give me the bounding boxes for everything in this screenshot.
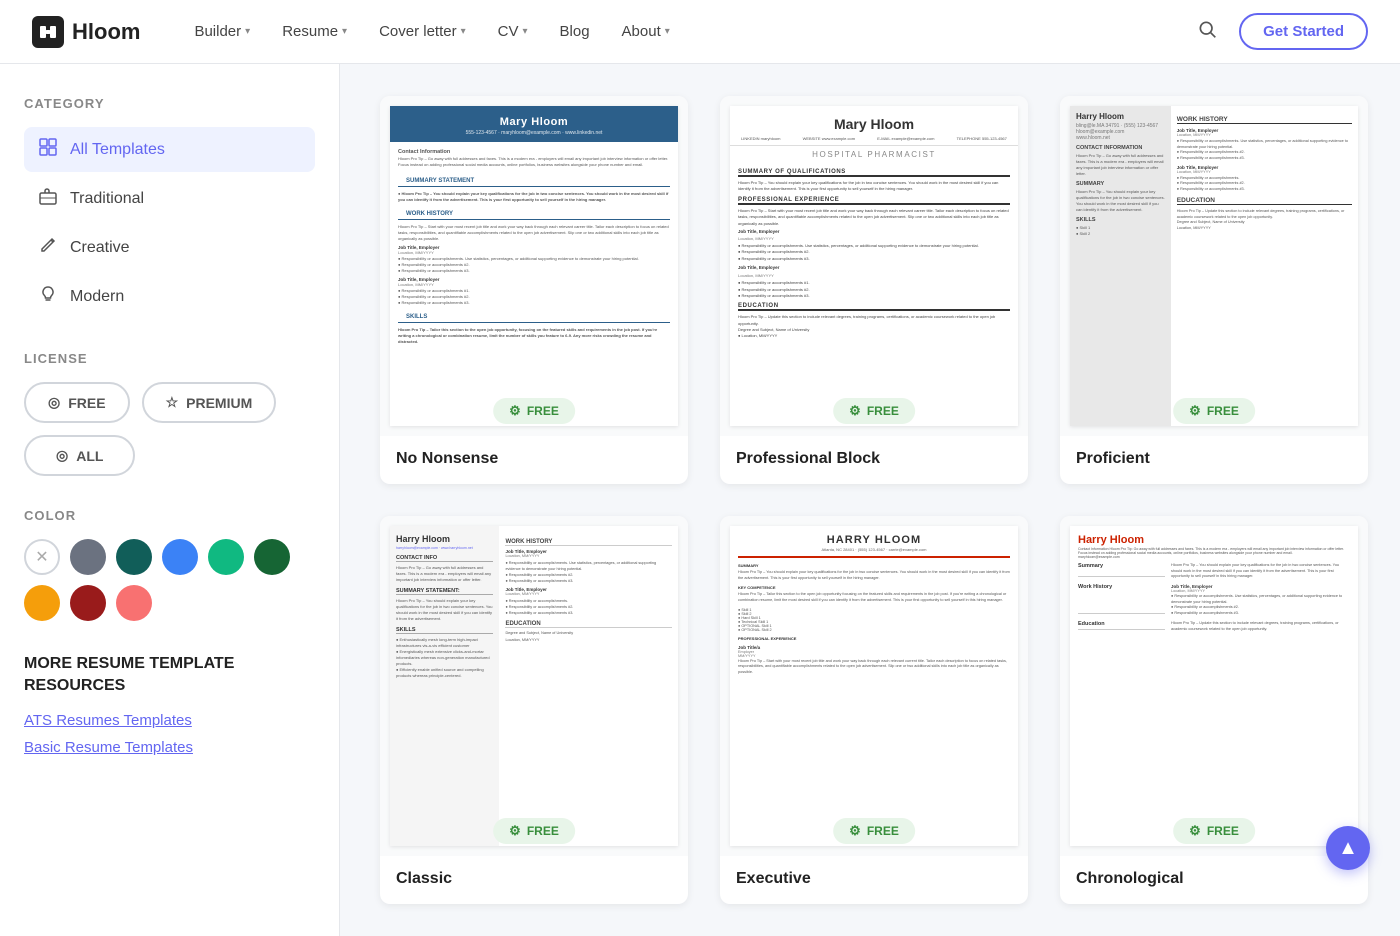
chevron-down-icon: ▾ (522, 26, 527, 37)
logo-text: Hloom (72, 19, 140, 45)
color-swatch-dark-green[interactable] (254, 539, 290, 575)
free-badge-proficient: ⚙ FREE (1173, 398, 1255, 424)
nav-resume[interactable]: Resume ▾ (268, 15, 361, 48)
category-list: All Templates Traditional (24, 127, 315, 319)
badge-icon: ⚙ (509, 823, 521, 839)
template-name-classic: Classic (380, 856, 688, 904)
free-badge-chronological: ⚙ FREE (1173, 818, 1255, 844)
template-name-professional-block: Professional Block (720, 436, 1028, 484)
get-started-button[interactable]: Get Started (1239, 13, 1368, 50)
main-content: Mary Hloom 555-123-4567 · maryhloom@exam… (340, 64, 1400, 936)
more-resources-title: MORE RESUME TEMPLATE RESOURCES (24, 653, 315, 698)
basic-resumes-link[interactable]: Basic Resume Templates (24, 739, 315, 756)
modern-label: Modern (70, 288, 124, 306)
badge-icon: ⚙ (1189, 823, 1201, 839)
color-swatch-none[interactable]: ✕ (24, 539, 60, 575)
chevron-down-icon: ▾ (461, 26, 466, 37)
template-card-classic[interactable]: Harry Hloom harryhloom@example.com · www… (380, 516, 688, 904)
template-preview-executive: HARRY HLOOM Atlanta, NC 28401 · (555) 12… (720, 516, 1028, 856)
sidebar-item-creative[interactable]: Creative (24, 225, 315, 270)
scroll-up-button[interactable]: ▲ (1326, 826, 1370, 870)
all-templates-label: All Templates (70, 141, 165, 159)
color-swatch-blue[interactable] (162, 539, 198, 575)
logo-icon (32, 16, 64, 48)
template-card-executive[interactable]: HARRY HLOOM Atlanta, NC 28401 · (555) 12… (720, 516, 1028, 904)
chevron-down-icon: ▾ (245, 26, 250, 37)
license-buttons: ◎ FREE ☆ PREMIUM (24, 382, 315, 423)
badge-icon: ⚙ (849, 403, 861, 419)
template-card-proficient[interactable]: Harry Hloom bling@le.MA 34791 · (555) 12… (1060, 96, 1368, 484)
creative-label: Creative (70, 239, 130, 257)
traditional-label: Traditional (70, 190, 144, 208)
template-preview-no-nonsense: Mary Hloom 555-123-4567 · maryhloom@exam… (380, 96, 688, 436)
license-section-title: LICENSE (24, 351, 315, 366)
template-name-no-nonsense: No Nonsense (380, 436, 688, 484)
color-swatch-yellow[interactable] (24, 585, 60, 621)
main-nav: Builder ▾ Resume ▾ Cover letter ▾ CV ▾ B… (180, 15, 1191, 48)
free-badge-professional-block: ⚙ FREE (833, 398, 915, 424)
circle-icon: ◎ (56, 447, 68, 464)
license-section: LICENSE ◎ FREE ☆ PREMIUM ◎ ALL (24, 351, 315, 476)
chevron-down-icon: ▾ (665, 26, 670, 37)
template-name-executive: Executive (720, 856, 1028, 904)
grid-icon (38, 137, 58, 162)
free-badge-executive: ⚙ FREE (833, 818, 915, 844)
star-icon: ☆ (166, 394, 179, 411)
color-swatch-green[interactable] (208, 539, 244, 575)
page-layout: CATEGORY All Templates (0, 64, 1400, 936)
color-section-title: COLOR (24, 508, 315, 523)
nav-builder[interactable]: Builder ▾ (180, 15, 264, 48)
free-badge-no-nonsense: ⚙ FREE (493, 398, 575, 424)
ats-resumes-link[interactable]: ATS Resumes Templates (24, 712, 315, 729)
nav-cover-letter[interactable]: Cover letter ▾ (365, 15, 480, 48)
search-button[interactable] (1191, 13, 1223, 50)
more-resources: MORE RESUME TEMPLATE RESOURCES ATS Resum… (24, 653, 315, 756)
category-section-title: CATEGORY (24, 96, 315, 111)
template-name-chronological: Chronological (1060, 856, 1368, 904)
template-preview-classic: Harry Hloom harryhloom@example.com · www… (380, 516, 688, 856)
template-card-professional-block[interactable]: Mary Hloom LINKEDIN maryhloom WEBSITE ww… (720, 96, 1028, 484)
templates-grid: Mary Hloom 555-123-4567 · maryhloom@exam… (380, 96, 1368, 904)
color-swatch-teal[interactable] (116, 539, 152, 575)
logo[interactable]: Hloom (32, 16, 140, 48)
premium-license-button[interactable]: ☆ PREMIUM (142, 382, 277, 423)
all-license-button[interactable]: ◎ ALL (24, 435, 135, 476)
nav-blog[interactable]: Blog (546, 15, 604, 48)
color-swatch-red[interactable] (70, 585, 106, 621)
template-card-no-nonsense[interactable]: Mary Hloom 555-123-4567 · maryhloom@exam… (380, 96, 688, 484)
bulb-icon (38, 284, 58, 309)
sidebar: CATEGORY All Templates (0, 64, 340, 936)
template-preview-chronological: Harry Hloom Contact Information Hloom Pr… (1060, 516, 1368, 856)
template-preview-proficient: Harry Hloom bling@le.MA 34791 · (555) 12… (1060, 96, 1368, 436)
chevron-down-icon: ▾ (342, 26, 347, 37)
nav-cv[interactable]: CV ▾ (484, 15, 542, 48)
arrow-up-icon: ▲ (1338, 837, 1358, 860)
free-license-button[interactable]: ◎ FREE (24, 382, 130, 423)
sidebar-item-all-templates[interactable]: All Templates (24, 127, 315, 172)
nav-about[interactable]: About ▾ (608, 15, 684, 48)
badge-icon: ⚙ (509, 403, 521, 419)
site-header: Hloom Builder ▾ Resume ▾ Cover letter ▾ … (0, 0, 1400, 64)
template-name-proficient: Proficient (1060, 436, 1368, 484)
template-card-chronological[interactable]: Harry Hloom Contact Information Hloom Pr… (1060, 516, 1368, 904)
sidebar-item-modern[interactable]: Modern (24, 274, 315, 319)
color-section: COLOR ✕ (24, 508, 315, 621)
color-swatch-salmon[interactable] (116, 585, 152, 621)
badge-icon: ⚙ (1189, 403, 1201, 419)
header-right: Get Started (1191, 13, 1368, 50)
circle-icon: ◎ (48, 394, 60, 411)
color-swatches: ✕ (24, 539, 315, 621)
badge-icon: ⚙ (849, 823, 861, 839)
free-badge-classic: ⚙ FREE (493, 818, 575, 844)
pencil-icon (38, 235, 58, 260)
template-preview-professional-block: Mary Hloom LINKEDIN maryhloom WEBSITE ww… (720, 96, 1028, 436)
briefcase-icon (38, 186, 58, 211)
color-swatch-gray[interactable] (70, 539, 106, 575)
sidebar-item-traditional[interactable]: Traditional (24, 176, 315, 221)
